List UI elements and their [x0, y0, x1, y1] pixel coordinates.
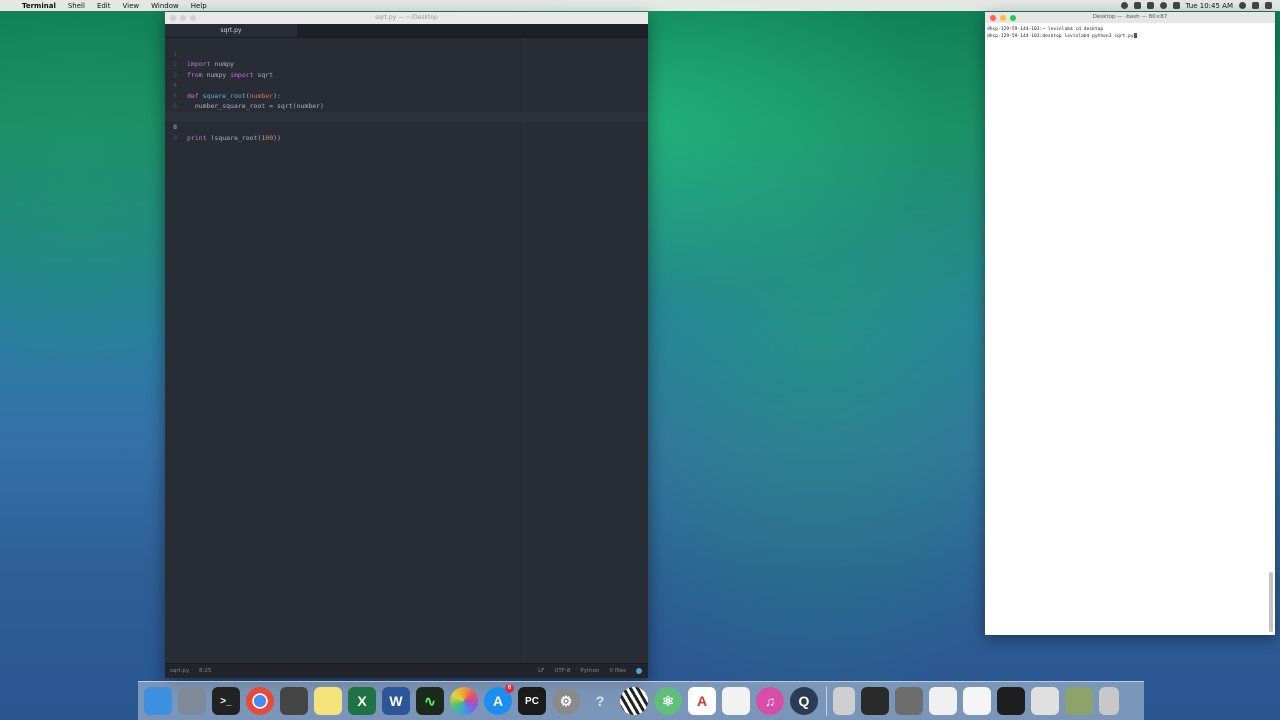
zoom-button[interactable]: [190, 15, 196, 21]
word-icon[interactable]: W: [382, 687, 410, 715]
menu-view[interactable]: View: [123, 2, 140, 10]
terminal-scrollbar[interactable]: [1269, 572, 1273, 632]
document-icon[interactable]: [722, 687, 750, 715]
window-controls: [170, 15, 196, 21]
user-icon[interactable]: [1239, 2, 1246, 9]
menu-bar: Terminal Shell Edit View Window Help Tue…: [0, 0, 1280, 11]
chrome-icon[interactable]: [246, 687, 274, 715]
menu-clock[interactable]: Tue 10:45 AM: [1186, 2, 1233, 10]
battery-icon[interactable]: [1133, 2, 1141, 9]
terminal-output[interactable]: dhcp-129-59-144-103:~ levinlab$ cd deskt…: [985, 23, 1275, 43]
status-cursor-position[interactable]: 8:25: [199, 664, 211, 678]
menu-edit[interactable]: Edit: [97, 2, 111, 10]
dock: >_ X W ∿ A6 PC ⚙ ? ⚛ A ♫ Q: [138, 681, 1144, 720]
pycharm-icon[interactable]: PC: [518, 687, 546, 715]
app-store-icon[interactable]: A6: [484, 684, 514, 715]
minimized-window-icon[interactable]: [963, 687, 991, 715]
finder-icon[interactable]: [144, 687, 172, 715]
code-line[interactable]: 4 def square_root(number):: [165, 70, 648, 100]
sublime-icon[interactable]: [620, 687, 648, 715]
editor-status-bar: sqrt.py 8:25 LF UTF-8 Python 0 files: [165, 663, 648, 678]
photos-icon[interactable]: [450, 687, 478, 715]
notification-badge: 6: [505, 684, 514, 693]
status-encoding[interactable]: UTF-8: [554, 664, 570, 678]
close-button[interactable]: [990, 15, 996, 21]
status-git-files[interactable]: 0 files: [610, 664, 627, 678]
record-icon[interactable]: [1120, 2, 1128, 9]
notes-icon[interactable]: [314, 687, 342, 715]
status-grammar[interactable]: Python: [580, 664, 599, 678]
dock-separator: [826, 686, 827, 716]
minimized-window-icon[interactable]: [1065, 687, 1093, 715]
itunes-icon[interactable]: ♫: [756, 687, 784, 715]
status-file-name[interactable]: sqrt.py: [170, 664, 189, 678]
activity-monitor-icon[interactable]: ∿: [416, 687, 444, 715]
final-cut-icon[interactable]: [280, 687, 308, 715]
window-controls: [990, 15, 1016, 21]
code-text: print (square_root(100)): [187, 133, 281, 142]
editor-window-title: sqrt.py — ~/Desktop: [375, 14, 438, 21]
code-line[interactable]: 2 from numpy import sqrt: [165, 49, 648, 79]
minimized-window-icon[interactable]: [1031, 687, 1059, 715]
minimized-window-icon[interactable]: [997, 687, 1025, 715]
terminal-line: dhcp-129-59-144-103:desktop levinlab$ py…: [987, 33, 1273, 40]
zoom-button[interactable]: [1010, 15, 1016, 21]
code-line[interactable]: 9: [165, 122, 648, 142]
editor-tab-bar: sqrt.py: [165, 24, 648, 38]
code-line[interactable]: 3: [165, 59, 648, 79]
menu-window[interactable]: Window: [151, 2, 179, 10]
code-line[interactable]: 5 number_square_root = sqrt(number): [165, 80, 648, 111]
status-right: LF UTF-8 Python 0 files: [538, 664, 642, 678]
code-area[interactable]: 1 import numpy 2 from numpy import sqrt …: [165, 38, 648, 670]
system-preferences-icon[interactable]: ⚙: [552, 687, 580, 715]
terminal-line: dhcp-129-59-144-103:~ levinlab$ cd deskt…: [987, 27, 1104, 32]
minimized-window-icon[interactable]: [895, 687, 923, 715]
text-cursor: [1133, 33, 1137, 38]
menu-help[interactable]: Help: [191, 2, 207, 10]
editor-titlebar[interactable]: sqrt.py — ~/Desktop: [165, 12, 648, 24]
volume-icon[interactable]: [1172, 2, 1180, 9]
tab-sqrt-py[interactable]: sqrt.py: [165, 24, 297, 37]
acrobat-icon[interactable]: A: [688, 687, 716, 715]
minimized-window-icon[interactable]: [861, 687, 889, 715]
trash-icon[interactable]: [1099, 687, 1119, 715]
minimize-button[interactable]: [1000, 15, 1006, 21]
menu-shell[interactable]: Shell: [68, 2, 85, 10]
help-icon[interactable]: ?: [586, 687, 614, 715]
code-line[interactable]: 1 import numpy: [165, 38, 648, 69]
line-number: 9: [173, 133, 177, 142]
quicktime-icon[interactable]: Q: [790, 687, 818, 715]
spotlight-icon[interactable]: [1252, 2, 1259, 9]
code-line-active[interactable]: 8 print (square_root(100)): [165, 111, 648, 142]
code-line[interactable]: 6 return number_square_root: [165, 91, 648, 121]
minimize-button[interactable]: [180, 15, 186, 21]
wrap-guide: [524, 38, 525, 670]
minimized-window-icon[interactable]: [929, 687, 957, 715]
bluetooth-icon[interactable]: [1146, 2, 1154, 9]
code-line[interactable]: 7: [165, 101, 648, 121]
status-menus: Tue 10:45 AM: [1120, 0, 1272, 11]
terminal-titlebar[interactable]: Desktop — -bash — 80×87: [985, 12, 1275, 23]
terminal-window: Desktop — -bash — 80×87 dhcp-129-59-144-…: [985, 12, 1275, 635]
wifi-icon[interactable]: [1159, 2, 1167, 9]
status-line-ending[interactable]: LF: [538, 664, 544, 678]
archive-icon[interactable]: [833, 687, 855, 715]
github-icon[interactable]: [636, 668, 642, 674]
atom-icon[interactable]: ⚛: [654, 687, 682, 715]
editor-window: sqrt.py — ~/Desktop sqrt.py 1 import num…: [165, 12, 648, 678]
excel-icon[interactable]: X: [348, 687, 376, 715]
launchpad-icon[interactable]: [178, 687, 206, 715]
terminal-icon[interactable]: >_: [212, 687, 240, 715]
close-button[interactable]: [170, 15, 176, 21]
notification-center-icon[interactable]: [1265, 2, 1272, 9]
terminal-line-text: dhcp-129-59-144-103:desktop levinlab$ py…: [987, 34, 1134, 39]
menu-app-name[interactable]: Terminal: [22, 2, 56, 10]
terminal-window-title: Desktop — -bash — 80×87: [1092, 14, 1168, 20]
